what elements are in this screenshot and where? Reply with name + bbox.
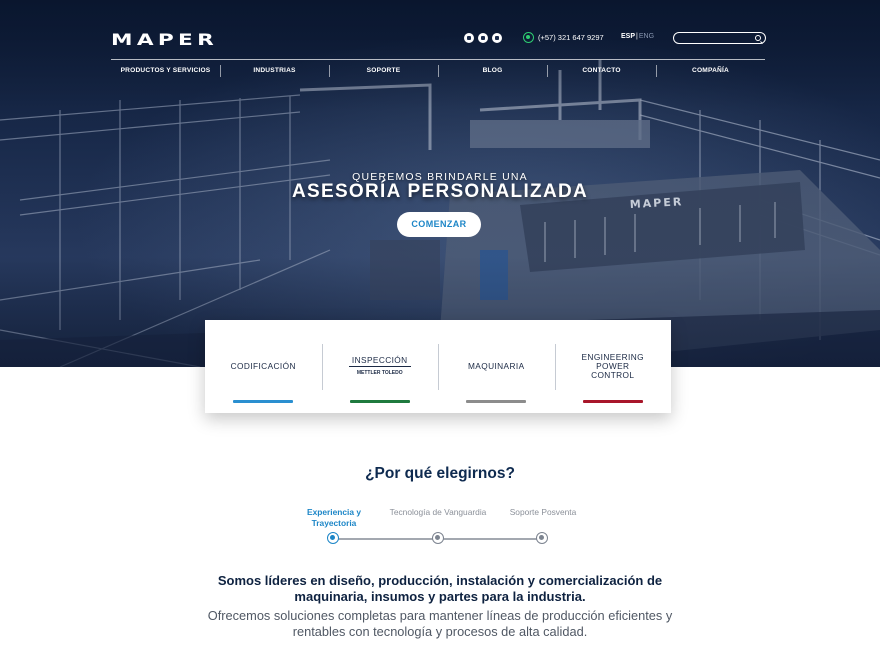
lang-separator: | bbox=[636, 33, 638, 40]
section-title: ¿Por qué elegirnos? bbox=[365, 465, 515, 482]
lang-esp[interactable]: ESP bbox=[621, 33, 635, 40]
instagram-icon[interactable] bbox=[478, 33, 488, 43]
youtube-icon[interactable] bbox=[492, 33, 502, 43]
card-label: MAQUINARIA bbox=[467, 361, 525, 371]
header-divider bbox=[111, 59, 765, 60]
body-text: Ofrecemos soluciones completas para mant… bbox=[207, 608, 673, 639]
lang-eng[interactable]: ENG bbox=[639, 33, 654, 40]
step-dot-experiencia[interactable] bbox=[327, 532, 339, 544]
category-cards: CODIFICACIÓN INSPECCIÓN METTLER TOLEDO M… bbox=[205, 320, 671, 413]
step-label-experiencia[interactable]: Experiencia y Trayectoria bbox=[284, 507, 384, 529]
card-inspeccion[interactable]: INSPECCIÓN METTLER TOLEDO bbox=[321, 320, 439, 413]
maper-logo[interactable]: MAPER bbox=[111, 30, 218, 49]
card-accent-bar bbox=[233, 400, 293, 403]
step-dot-tecnologia[interactable] bbox=[432, 532, 444, 544]
social-links bbox=[464, 33, 502, 43]
card-codificacion[interactable]: CODIFICACIÓN bbox=[205, 320, 322, 413]
card-accent-bar bbox=[466, 400, 526, 403]
nav-blog[interactable]: BLOG bbox=[438, 63, 547, 79]
nav-contacto[interactable]: CONTACTO bbox=[547, 63, 656, 79]
card-divider bbox=[322, 366, 439, 367]
nav-compania[interactable]: COMPAÑÍA bbox=[656, 63, 765, 79]
lead-text: Somos líderes en diseño, producción, ins… bbox=[217, 573, 663, 604]
card-label: ENGINEERING POWER CONTROL bbox=[581, 352, 644, 380]
linkedin-icon[interactable] bbox=[464, 33, 474, 43]
card-accent-bar bbox=[582, 400, 643, 403]
main-nav: PRODUCTOS Y SERVICIOS INDUSTRIAS SOPORTE… bbox=[111, 63, 765, 79]
comenzar-button[interactable]: COMENZAR bbox=[397, 212, 481, 237]
mettler-toledo-logo: METTLER TOLEDO bbox=[356, 370, 403, 376]
card-engineering-power-control[interactable]: ENGINEERING POWER CONTROL bbox=[554, 320, 672, 413]
language-switcher: ESP|ENG bbox=[621, 33, 654, 40]
card-label: CODIFICACIÓN bbox=[230, 361, 296, 371]
nav-productos-servicios[interactable]: PRODUCTOS Y SERVICIOS bbox=[111, 63, 220, 79]
nav-industrias[interactable]: INDUSTRIAS bbox=[220, 63, 329, 79]
phone-link[interactable]: (+57) 321 647 9297 bbox=[523, 32, 604, 43]
phone-number: (+57) 321 647 9297 bbox=[538, 33, 604, 42]
card-label: INSPECCIÓN bbox=[351, 355, 408, 365]
step-dot-soporte[interactable] bbox=[536, 532, 548, 544]
search-input[interactable] bbox=[673, 32, 766, 44]
search-icon[interactable] bbox=[755, 35, 761, 41]
hero-title: ASESORÍA PERSONALIZADA bbox=[291, 181, 589, 202]
step-label-soporte[interactable]: Soporte Posventa bbox=[493, 507, 593, 518]
card-accent-bar bbox=[349, 400, 410, 403]
step-label-tecnologia[interactable]: Tecnología de Vanguardia bbox=[388, 507, 488, 518]
nav-soporte[interactable]: SOPORTE bbox=[329, 63, 438, 79]
card-maquinaria[interactable]: MAQUINARIA bbox=[438, 320, 555, 413]
whatsapp-icon bbox=[523, 32, 534, 43]
